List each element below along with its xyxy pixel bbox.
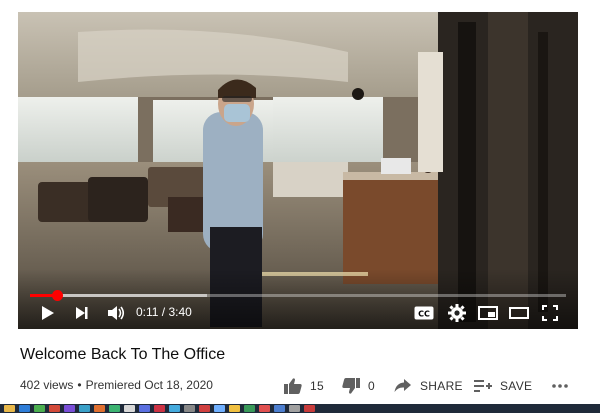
- play-icon: [42, 306, 54, 320]
- taskbar-app-icon[interactable]: [19, 405, 30, 412]
- taskbar-app-icon[interactable]: [154, 405, 165, 412]
- share-label: SHARE: [420, 379, 463, 393]
- like-count: 15: [310, 379, 324, 393]
- play-button[interactable]: [36, 302, 60, 324]
- taskbar-app-icon[interactable]: [274, 405, 285, 412]
- meta-separator: •: [77, 378, 82, 392]
- video-title: Welcome Back To The Office: [20, 346, 226, 363]
- more-icon: [552, 384, 568, 388]
- taskbar-app-icon[interactable]: [109, 405, 120, 412]
- share-button[interactable]: SHARE: [394, 374, 463, 398]
- taskbar-app-icon[interactable]: [259, 405, 270, 412]
- progress-bar[interactable]: [30, 290, 566, 301]
- captions-button[interactable]: CC: [412, 302, 436, 324]
- save-button[interactable]: SAVE: [474, 374, 532, 398]
- taskbar-app-icon[interactable]: [94, 405, 105, 412]
- settings-button[interactable]: [445, 302, 469, 324]
- taskbar-app-icon[interactable]: [214, 405, 225, 412]
- like-button[interactable]: 15: [284, 374, 324, 398]
- captions-icon: CC: [414, 306, 434, 320]
- taskbar-app-icon[interactable]: [34, 405, 45, 412]
- playlist-add-icon: [474, 380, 492, 392]
- taskbar-app-icon[interactable]: [4, 405, 15, 412]
- os-taskbar: [0, 404, 600, 413]
- more-actions-button[interactable]: [552, 374, 568, 398]
- volume-icon: [108, 306, 125, 320]
- time-display: 0:11 / 3:40: [136, 305, 192, 319]
- taskbar-app-icon[interactable]: [289, 405, 300, 412]
- next-icon: [76, 307, 88, 319]
- progress-scrubber[interactable]: [51, 290, 63, 301]
- taskbar-app-icon[interactable]: [79, 405, 90, 412]
- taskbar-app-icon[interactable]: [184, 405, 195, 412]
- thumbs-up-icon: [284, 378, 302, 394]
- theater-button[interactable]: [507, 302, 531, 324]
- miniplayer-icon: [478, 306, 498, 320]
- taskbar-app-icon[interactable]: [229, 405, 240, 412]
- taskbar-app-icon[interactable]: [304, 405, 315, 412]
- theater-icon: [509, 307, 529, 319]
- next-button[interactable]: [70, 302, 94, 324]
- taskbar-app-icon[interactable]: [49, 405, 60, 412]
- premiere-date: Premiered Oct 18, 2020: [85, 378, 213, 392]
- fullscreen-button[interactable]: [538, 302, 562, 324]
- video-player[interactable]: 0:11 / 3:40 CC: [18, 12, 578, 329]
- dislike-count: 0: [368, 379, 375, 393]
- miniplayer-button[interactable]: [476, 302, 500, 324]
- youtube-watch-page: 0:11 / 3:40 CC Welcome Back To The Offic…: [0, 0, 600, 413]
- taskbar-app-icon[interactable]: [64, 405, 75, 412]
- video-meta: 402 views • Premiered Oct 18, 2020: [20, 378, 213, 392]
- taskbar-app-icon[interactable]: [244, 405, 255, 412]
- taskbar-app-icon[interactable]: [139, 405, 150, 412]
- dislike-button[interactable]: 0: [342, 374, 375, 398]
- taskbar-app-icon[interactable]: [169, 405, 180, 412]
- svg-text:CC: CC: [418, 310, 430, 319]
- view-count: 402 views: [20, 378, 74, 392]
- share-icon: [394, 379, 411, 392]
- gear-icon: [448, 304, 466, 322]
- taskbar-app-icon[interactable]: [124, 405, 135, 412]
- save-label: SAVE: [500, 379, 533, 393]
- volume-button[interactable]: [104, 302, 128, 324]
- taskbar-app-icon[interactable]: [199, 405, 210, 412]
- fullscreen-icon: [542, 305, 558, 321]
- thumbs-down-icon: [342, 378, 360, 394]
